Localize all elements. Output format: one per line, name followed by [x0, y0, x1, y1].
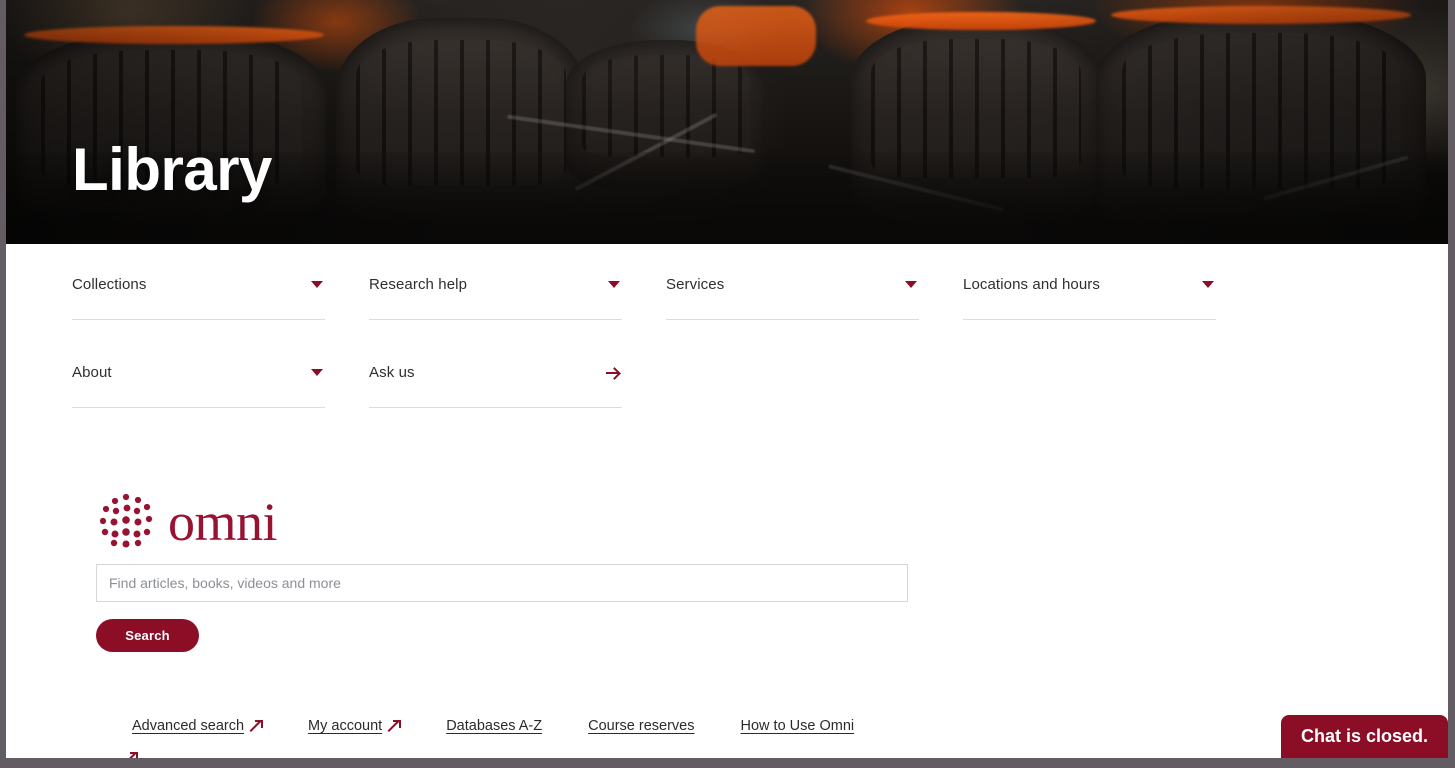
browser-chrome-right-edge: [1448, 0, 1455, 758]
omni-wordmark: omni: [168, 492, 278, 552]
nav-item-label: Ask us: [369, 364, 415, 381]
chevron-down-icon: [608, 281, 620, 288]
omni-dots-logo-icon: [99, 493, 153, 548]
hero-banner: Library: [6, 0, 1448, 244]
link-label: Course reserves: [588, 718, 695, 734]
nav-item-label: Research help: [369, 276, 468, 293]
chevron-down-icon: [1202, 281, 1214, 288]
link-label: Databases A-Z: [446, 718, 543, 734]
external-link-arrow-icon: [251, 720, 264, 732]
quick-links-row: Advanced search My account Databases A-Z…: [132, 718, 1222, 734]
hero-background-photo: [6, 0, 1448, 244]
external-link-arrow-icon: [389, 720, 402, 732]
link-label: Advanced search: [132, 718, 245, 734]
chevron-down-icon: [905, 281, 917, 288]
nav-item-label: Services: [666, 276, 725, 293]
nav-item-research-help[interactable]: Research help: [369, 276, 622, 320]
link-databases-a-z[interactable]: Databases A-Z: [446, 718, 542, 734]
link-label: My account: [308, 718, 383, 734]
chevron-down-icon: [311, 281, 323, 288]
link-course-reserves[interactable]: Course reserves: [588, 718, 694, 734]
nav-item-services[interactable]: Services: [666, 276, 919, 320]
nav-item-about[interactable]: About: [72, 364, 325, 408]
search-button[interactable]: Search: [96, 619, 199, 652]
nav-row-2: About Ask us: [72, 364, 1232, 408]
link-label: How to Use Omni: [740, 718, 855, 734]
chat-widget-button[interactable]: Chat is closed.: [1281, 715, 1448, 758]
arrow-right-icon: [606, 367, 620, 379]
link-my-account[interactable]: My account: [308, 718, 402, 734]
chevron-down-icon: [311, 369, 323, 376]
search-input[interactable]: [96, 564, 908, 602]
nav-item-label: Collections: [72, 276, 147, 293]
page-title: Library: [72, 136, 272, 203]
nav-item-ask-us[interactable]: Ask us: [369, 364, 622, 408]
nav-item-locations-and-hours[interactable]: Locations and hours: [963, 276, 1216, 320]
nav-item-collections[interactable]: Collections: [72, 276, 325, 320]
link-how-to-use-omni[interactable]: How to Use Omni: [741, 718, 855, 734]
omni-search-block: omni Search: [96, 490, 911, 652]
omni-logo: omni: [96, 490, 911, 554]
link-advanced-search[interactable]: Advanced search: [132, 718, 264, 734]
nav-row-1: Collections Research help Services Locat…: [72, 276, 1232, 320]
main-navigation: Collections Research help Services Locat…: [72, 276, 1232, 408]
page-root: Library Collections Research help Servic…: [0, 0, 1455, 768]
nav-item-label: About: [72, 364, 112, 381]
browser-chrome-bottom-bar: [0, 758, 1455, 768]
hero-vignette-overlay: [6, 0, 1448, 244]
browser-chrome-left-edge: [0, 0, 6, 758]
nav-item-label: Locations and hours: [963, 276, 1100, 293]
